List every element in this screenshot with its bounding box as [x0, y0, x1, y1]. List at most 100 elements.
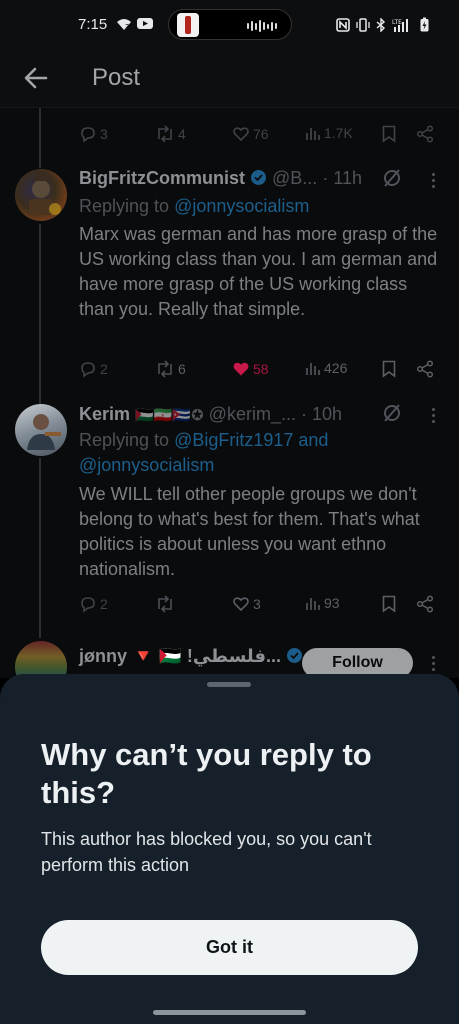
home-indicator[interactable] — [153, 1010, 306, 1015]
mention-link[interactable]: @BigFritz1917 — [174, 430, 293, 450]
got-it-button[interactable]: Got it — [41, 920, 418, 975]
status-time: 7:15 — [78, 16, 108, 33]
bookmark-icon[interactable] — [382, 360, 396, 378]
replying-to: Replying to @BigFritz1917 and @jonnysocia… — [79, 428, 439, 478]
status-bar: 7:15 ? LTE — [0, 0, 459, 52]
mention-link[interactable]: @jonnysocialism — [79, 455, 214, 475]
conversation-feed: 3 4 76 1.7K BigFritzCommunist @B... · 11… — [0, 108, 459, 678]
views-count: 93 — [324, 595, 340, 611]
arrow-left-icon[interactable] — [22, 64, 50, 92]
share-icon[interactable] — [416, 125, 434, 143]
vibrate-icon — [356, 17, 370, 32]
heart-icon — [233, 127, 249, 142]
reply-button[interactable]: 3 — [79, 125, 108, 143]
reply-icon — [81, 597, 95, 613]
thread-line — [39, 458, 41, 638]
views-icon — [306, 363, 320, 375]
author-line: BigFritzCommunist @B... · 11h — [79, 168, 362, 189]
repost-icon — [158, 125, 172, 143]
reply-count: 2 — [100, 596, 108, 612]
sheet-title: Why can’t you reply to this? — [41, 737, 372, 810]
verified-badge-icon — [287, 648, 303, 663]
more-options-icon[interactable] — [426, 656, 440, 671]
mention-link[interactable]: @jonnysocialism — [174, 196, 309, 216]
grok-icon[interactable] — [381, 167, 403, 189]
audio-wave-icon — [247, 20, 277, 32]
reply-count: 3 — [100, 126, 108, 142]
author-name: BigFritzCommunist — [79, 168, 245, 188]
author-flags: 🇵🇸🇮🇷🇨🇺✪ — [135, 407, 204, 424]
sheet-message: This author has blocked you, so you can'… — [41, 829, 372, 875]
replying-and: and — [293, 430, 329, 450]
views-icon — [306, 598, 320, 610]
bottom-sheet: Why can’t you reply to this? This author… — [0, 674, 459, 1024]
svg-text:?: ? — [125, 23, 129, 31]
avatar[interactable] — [15, 641, 67, 678]
views-count: 1.7K — [324, 125, 353, 141]
repost-icon — [158, 360, 172, 378]
reply-icon — [81, 362, 95, 378]
like-button[interactable]: 76 — [232, 125, 269, 143]
author-line: Kerim 🇵🇸🇮🇷🇨🇺✪ @kerim_... · 10h — [79, 404, 342, 425]
verified-badge-icon — [251, 170, 267, 185]
author-handle: @B... — [272, 168, 318, 188]
repost-button[interactable]: 6 — [155, 360, 186, 378]
sheet-drag-handle[interactable] — [207, 682, 251, 687]
views-button[interactable]: 426 — [305, 360, 347, 376]
replying-prefix: Replying to — [79, 430, 175, 450]
repost-count: 4 — [178, 126, 186, 142]
youtube-icon — [137, 18, 153, 29]
dynamic-island[interactable] — [168, 9, 292, 40]
share-icon[interactable] — [416, 595, 434, 613]
thread-line — [39, 108, 41, 168]
bluetooth-icon — [376, 17, 386, 32]
like-button[interactable]: 3 — [232, 595, 261, 613]
post-time: · 10h — [300, 404, 343, 424]
wifi-question-icon: ? — [117, 19, 131, 31]
bookmark-icon[interactable] — [382, 595, 396, 613]
author-name: jønny 🔻 🇵🇸 !فلسطي... — [79, 646, 282, 666]
more-options-icon[interactable] — [426, 408, 440, 423]
heart-filled-icon — [233, 362, 249, 376]
grok-icon[interactable] — [381, 402, 403, 424]
avatar[interactable] — [15, 404, 67, 456]
top-app-bar: Post — [0, 52, 459, 108]
views-button[interactable]: 1.7K — [305, 125, 353, 141]
status-right-icons: LTE — [336, 17, 429, 32]
avatar-image — [29, 175, 61, 215]
avatar[interactable] — [15, 169, 67, 221]
post-time: · 11h — [322, 168, 363, 188]
author-name: Kerim — [79, 404, 131, 424]
replying-to: Replying to @jonnysocialism — [79, 194, 309, 219]
media-thumbnail — [177, 13, 199, 37]
more-options-icon[interactable] — [426, 173, 440, 188]
repost-button[interactable] — [155, 595, 178, 613]
views-button[interactable]: 93 — [305, 595, 340, 611]
battery-charging-icon — [420, 17, 429, 32]
replying-prefix: Replying to — [79, 196, 175, 216]
like-count: 76 — [253, 126, 269, 142]
author-line: jønny 🔻 🇵🇸 !فلسطي... — [79, 646, 303, 667]
like-count: 3 — [253, 596, 261, 612]
like-count: 58 — [253, 361, 269, 377]
views-icon — [306, 128, 320, 140]
repost-count: 6 — [178, 361, 186, 377]
reply-button[interactable]: 2 — [79, 595, 108, 613]
author-handle: @kerim_... — [208, 404, 296, 424]
status-left-icons: ? — [116, 17, 153, 31]
reply-count: 2 — [100, 361, 108, 377]
like-button[interactable]: 58 — [232, 360, 269, 378]
tweet-text: We WILL tell other people groups we don'… — [79, 484, 420, 579]
nfc-icon — [336, 17, 350, 32]
avatar-image — [27, 414, 61, 450]
thread-line — [39, 224, 41, 404]
tweet-text: Marx was german and has more grasp of th… — [79, 224, 438, 319]
bookmark-icon[interactable] — [382, 125, 396, 143]
page-title: Post — [92, 64, 141, 91]
repost-button[interactable]: 4 — [155, 125, 186, 143]
reply-button[interactable]: 2 — [79, 360, 108, 378]
heart-icon — [233, 597, 249, 612]
share-icon[interactable] — [416, 360, 434, 378]
svg-text:LTE: LTE — [392, 19, 402, 26]
views-count: 426 — [324, 360, 348, 376]
